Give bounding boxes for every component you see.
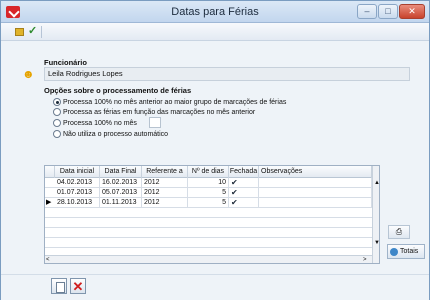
totais-button[interactable]: Totais (387, 244, 425, 259)
cell-end[interactable]: 05.07.2013 (100, 188, 142, 198)
table-row[interactable]: ▶ 28.10.2013 01.11.2013 2012 5 ✔ (45, 198, 373, 208)
scroll-left-arrow[interactable]: < (46, 256, 50, 263)
option-label-1: Processa 100% no mês anterior ao maior g… (63, 98, 287, 106)
option-radio-4[interactable]: Não utiliza o processo automático (53, 129, 168, 139)
tools-icon[interactable]: ✓ (28, 26, 37, 37)
current-row-marker: ▶ (46, 199, 52, 206)
cell-reference[interactable]: 2012 (142, 178, 188, 188)
cell-days[interactable]: 5 (188, 198, 229, 208)
cell-start[interactable]: 04.02.2013 (55, 178, 100, 188)
table-row[interactable]: 01.07.2013 05.07.2013 2012 5 ✔ (45, 188, 373, 198)
option-radio-1[interactable]: Processa 100% no mês anterior ao maior g… (53, 97, 286, 107)
cell-reference[interactable]: 2012 (142, 188, 188, 198)
radio-button[interactable] (53, 98, 61, 106)
check-icon[interactable]: ✔ (231, 199, 239, 207)
vacation-grid[interactable]: Data inicial Data Final Referente a Nº d… (44, 165, 380, 264)
totais-label: Totais (400, 248, 419, 255)
check-icon[interactable]: ✔ (231, 179, 239, 187)
close-button[interactable]: ✕ (399, 4, 425, 19)
empty-row (45, 238, 373, 248)
cell-notes[interactable] (259, 198, 372, 208)
cell-start[interactable]: 01.07.2013 (55, 188, 100, 198)
table-row[interactable]: 04.02.2013 16.02.2013 2012 10 ✔ (45, 178, 373, 188)
empty-row (45, 218, 373, 228)
cell-end[interactable]: 16.02.2013 (100, 178, 142, 188)
minimize-button[interactable]: – (357, 4, 377, 19)
option-radio-2[interactable]: Processa as férias em função das marcaçõ… (53, 107, 255, 117)
scroll-up-arrow[interactable]: ▲ (373, 179, 379, 187)
vertical-scrollbar[interactable]: ▲ ▼ (372, 166, 379, 263)
cell-notes[interactable] (259, 188, 372, 198)
radio-button[interactable] (53, 108, 61, 116)
check-icon[interactable]: ✔ (231, 189, 239, 197)
maximize-button[interactable]: □ (378, 4, 398, 19)
cell-closed[interactable]: ✔ (229, 188, 259, 198)
header-notes[interactable]: Observações (259, 166, 372, 178)
cell-closed[interactable]: ✔ (229, 178, 259, 188)
cell-days[interactable]: 5 (188, 188, 229, 198)
person-icon: ☻ (22, 67, 35, 81)
option-label-3: Processa 100% no mês (63, 119, 137, 127)
cell-reference[interactable]: 2012 (142, 198, 188, 208)
cell-days[interactable]: 10 (188, 178, 229, 188)
option-radio-3[interactable]: Processa 100% no mês (53, 118, 137, 128)
employee-label: Funcionário (44, 58, 87, 67)
radio-button[interactable] (53, 130, 61, 138)
cell-end[interactable]: 01.11.2013 (100, 198, 142, 208)
totais-icon (390, 247, 398, 256)
cell-start[interactable]: 28.10.2013 (55, 198, 100, 208)
delete-button[interactable]: ✕ (70, 278, 86, 294)
header-closed[interactable]: Fechada (229, 166, 259, 178)
title-bar: Datas para Férias – □ ✕ (1, 1, 429, 23)
toolbar-separator (41, 26, 42, 38)
toolbar: ✓ (1, 23, 429, 41)
grid-header: Data inicial Data Final Referente a Nº d… (45, 166, 379, 178)
header-indicator (45, 166, 55, 178)
months-input[interactable] (149, 117, 161, 128)
radio-button[interactable] (53, 119, 61, 127)
header-start-date[interactable]: Data inicial (55, 166, 100, 178)
folder-icon[interactable] (15, 28, 24, 36)
header-reference[interactable]: Referente a (142, 166, 188, 178)
scroll-down-arrow[interactable]: ▼ (373, 239, 379, 247)
scroll-right-arrow[interactable]: > (363, 256, 367, 263)
cell-closed[interactable]: ✔ (229, 198, 259, 208)
empty-row (45, 228, 373, 238)
header-end-date[interactable]: Data Final (100, 166, 142, 178)
option-label-2: Processa as férias em função das marcaçõ… (63, 108, 256, 116)
printer-icon: ⎙ (395, 227, 403, 236)
options-label: Opções sobre o processamento de férias (44, 86, 192, 95)
cell-notes[interactable] (259, 178, 372, 188)
print-button[interactable]: ⎙ (388, 225, 410, 239)
empty-row (45, 208, 373, 218)
horizontal-scrollbar[interactable]: < > (45, 255, 372, 263)
header-days[interactable]: Nº de dias (188, 166, 229, 178)
option-label-4: Não utiliza o processo automático (63, 130, 169, 138)
employee-field: Leila Rodrigues Lopes (44, 67, 410, 81)
window: Datas para Férias – □ ✕ ✓ Funcionário ☻ … (0, 0, 430, 300)
new-document-button[interactable] (51, 278, 67, 294)
